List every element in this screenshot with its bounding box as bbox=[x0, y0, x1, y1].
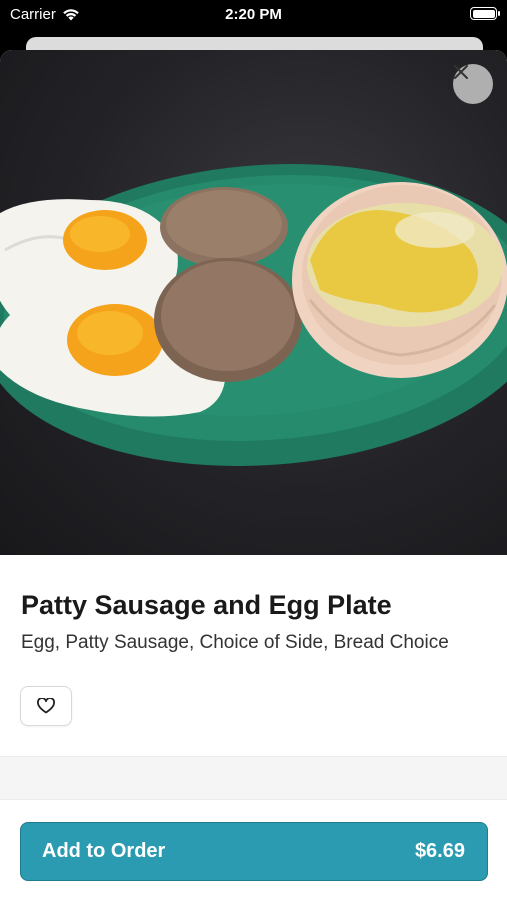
item-description: Egg, Patty Sausage, Choice of Side, Brea… bbox=[21, 632, 449, 653]
status-bar: Carrier 2:20 PM bbox=[0, 0, 507, 30]
food-illustration bbox=[0, 164, 507, 466]
battery-icon bbox=[470, 7, 500, 20]
add-to-order-label: Add to Order bbox=[42, 840, 166, 862]
section-divider bbox=[0, 756, 507, 800]
clock: 2:20 PM bbox=[225, 6, 282, 23]
close-button[interactable] bbox=[453, 64, 493, 104]
heart-icon bbox=[37, 698, 55, 714]
item-detail-sheet: Patty Sausage and Egg Plate Egg, Patty S… bbox=[0, 50, 507, 900]
item-title: Patty Sausage and Egg Plate bbox=[21, 590, 392, 620]
item-photo bbox=[0, 50, 507, 555]
favorite-button[interactable] bbox=[20, 686, 72, 726]
order-footer: Add to Order $6.69 bbox=[0, 800, 507, 900]
add-to-order-button[interactable]: Add to Order $6.69 bbox=[20, 822, 488, 881]
item-price: $6.69 bbox=[414, 840, 465, 862]
close-icon bbox=[454, 65, 468, 79]
